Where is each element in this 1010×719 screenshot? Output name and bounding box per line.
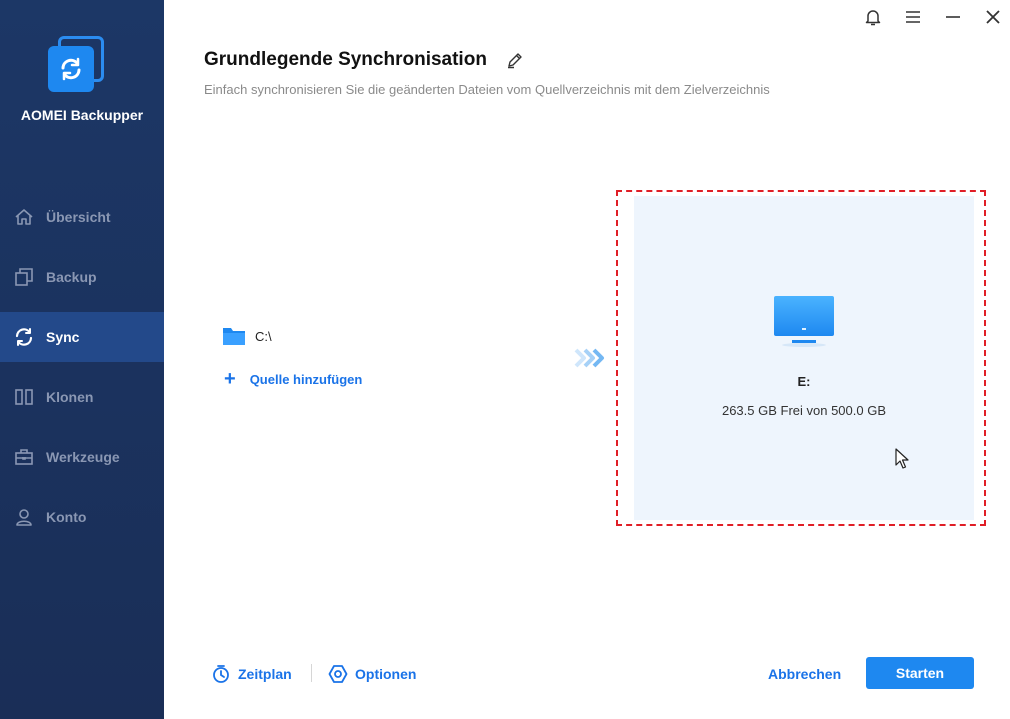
schedule-button[interactable]: Zeitplan xyxy=(211,664,292,684)
close-icon[interactable] xyxy=(983,7,1003,27)
sidebar-item-label: Klonen xyxy=(46,389,94,405)
add-source-label: Quelle hinzufügen xyxy=(249,371,363,387)
edit-icon[interactable] xyxy=(506,51,524,69)
direction-arrows-icon xyxy=(574,347,606,369)
home-icon xyxy=(14,207,34,227)
bell-icon[interactable] xyxy=(863,7,883,27)
destination-free-space: 263.5 GB Frei von 500.0 GB xyxy=(721,403,887,418)
schedule-label: Zeitplan xyxy=(238,666,292,682)
toolbox-icon xyxy=(14,447,34,467)
stopwatch-icon xyxy=(211,664,231,684)
settings-icon xyxy=(328,664,348,684)
page-title: Grundlegende Synchronisation xyxy=(204,49,487,70)
destination-panel[interactable] xyxy=(634,196,974,520)
sidebar-item-klonen[interactable]: Klonen xyxy=(0,372,164,422)
options-button[interactable]: Optionen xyxy=(328,664,416,684)
sidebar-item-uebersicht[interactable]: Übersicht xyxy=(0,192,164,242)
app-logo xyxy=(48,36,108,96)
cancel-button[interactable]: Abbrechen xyxy=(768,666,841,682)
start-button[interactable]: Starten xyxy=(866,657,974,689)
sidebar-item-label: Werkzeuge xyxy=(46,449,120,465)
page-subtitle: Einfach synchronisieren Sie die geändert… xyxy=(204,82,770,97)
sidebar-item-backup[interactable]: Backup xyxy=(0,252,164,302)
monitor-icon xyxy=(772,295,836,349)
sync-icon xyxy=(14,327,34,347)
options-label: Optionen xyxy=(355,666,417,682)
sidebar-item-werkzeuge[interactable]: Werkzeuge xyxy=(0,432,164,482)
user-icon xyxy=(14,507,34,527)
sidebar-item-label: Sync xyxy=(46,329,80,345)
sidebar-item-label: Übersicht xyxy=(46,209,111,225)
plus-icon: + xyxy=(224,368,236,390)
sidebar: AOMEI Backupper Übersicht Backup Sync Kl… xyxy=(0,0,164,719)
app-name: AOMEI Backupper xyxy=(20,107,144,123)
destination-drive: E: xyxy=(797,374,811,389)
clone-icon xyxy=(14,387,34,407)
sidebar-item-label: Backup xyxy=(46,269,97,285)
sidebar-item-label: Konto xyxy=(46,509,87,525)
minimize-icon[interactable] xyxy=(943,7,963,27)
footer-divider xyxy=(311,664,312,682)
source-item[interactable]: C:\ xyxy=(222,326,272,346)
mouse-cursor-icon xyxy=(895,448,909,470)
sidebar-item-sync[interactable]: Sync xyxy=(0,312,164,362)
add-source-button[interactable]: + Quelle hinzufügen xyxy=(224,369,362,389)
backup-icon xyxy=(14,267,34,287)
menu-icon[interactable] xyxy=(903,7,923,27)
sidebar-item-konto[interactable]: Konto xyxy=(0,492,164,542)
folder-icon xyxy=(222,326,246,346)
source-path: C:\ xyxy=(255,328,272,344)
